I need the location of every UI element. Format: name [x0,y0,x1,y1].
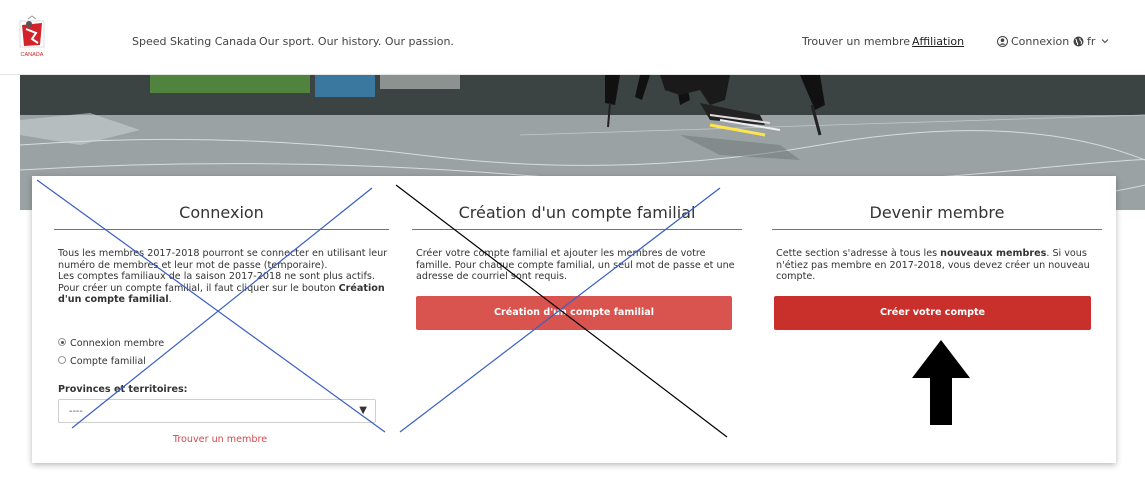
language-dropdown[interactable]: fr [1073,35,1109,48]
language-label: fr [1087,35,1096,48]
login-title: Connexion [179,203,264,222]
logo-text: CANADA [21,52,44,58]
family-account-description: Créer votre compte familial et ajouter l… [416,248,735,282]
tagline-link[interactable]: Our sport. Our history. Our passion. [259,35,454,48]
province-select-value: ---- [69,406,83,417]
caret-down-icon: ▼ [359,405,367,416]
account-options-card: Connexion Tous les membres 2017-2018 pou… [32,176,1116,463]
nav-login[interactable]: Connexion [997,35,1069,48]
member-text-bold: nouveaux membres [940,248,1047,259]
become-member-title: Devenir membre [869,203,1005,222]
login-intro-text: Tous les membres 2017-2018 pourront se c… [58,248,388,271]
nav-affiliation[interactable]: Affiliation [912,35,964,48]
radio-family-label: Compte familial [70,356,146,367]
radio-member-label: Connexion membre [70,338,165,349]
family-account-section: Création d'un compte familial Créer votr… [412,176,742,463]
radio-button-selected[interactable] [58,338,66,346]
create-account-button[interactable]: Créer votre compte [774,296,1091,330]
login-family-end: . [168,294,172,305]
brand-link[interactable]: Speed Skating Canada [132,35,257,48]
login-family-text: Les comptes familiaux de la saison 2017-… [58,271,375,294]
province-select[interactable]: ---- ▼ [58,399,376,423]
login-description: Tous les membres 2017-2018 pourront se c… [58,248,388,306]
member-title-divider [772,229,1102,230]
member-text-start: Cette section s'adresse à tous les [776,248,941,259]
create-family-account-button[interactable]: Création d'un compte familial [416,296,732,330]
top-navbar: CANADA Speed Skating Canada Our sport. O… [0,0,1145,75]
radio-button[interactable] [58,356,66,364]
speed-skating-canada-logo[interactable]: CANADA [18,15,46,60]
chevron-down-icon [1101,39,1109,44]
nav-login-label: Connexion [1011,35,1070,48]
become-member-description: Cette section s'adresse à tous les nouve… [776,248,1096,283]
globe-icon [1073,36,1084,47]
become-member-section: Devenir membre Cette section s'adresse à… [772,176,1102,463]
find-member-link[interactable]: Trouver un membre [54,434,386,445]
nav-find-member[interactable]: Trouver un membre [802,35,910,48]
radio-member-login[interactable]: Connexion membre [58,338,164,349]
radio-family-account[interactable]: Compte familial [58,356,146,367]
login-section: Connexion Tous les membres 2017-2018 pou… [54,176,389,463]
user-circle-icon [997,36,1008,47]
family-title-divider [412,229,742,230]
family-account-title: Création d'un compte familial [458,203,696,222]
province-label: Provinces et territoires: [58,384,188,395]
login-title-divider [54,229,389,230]
